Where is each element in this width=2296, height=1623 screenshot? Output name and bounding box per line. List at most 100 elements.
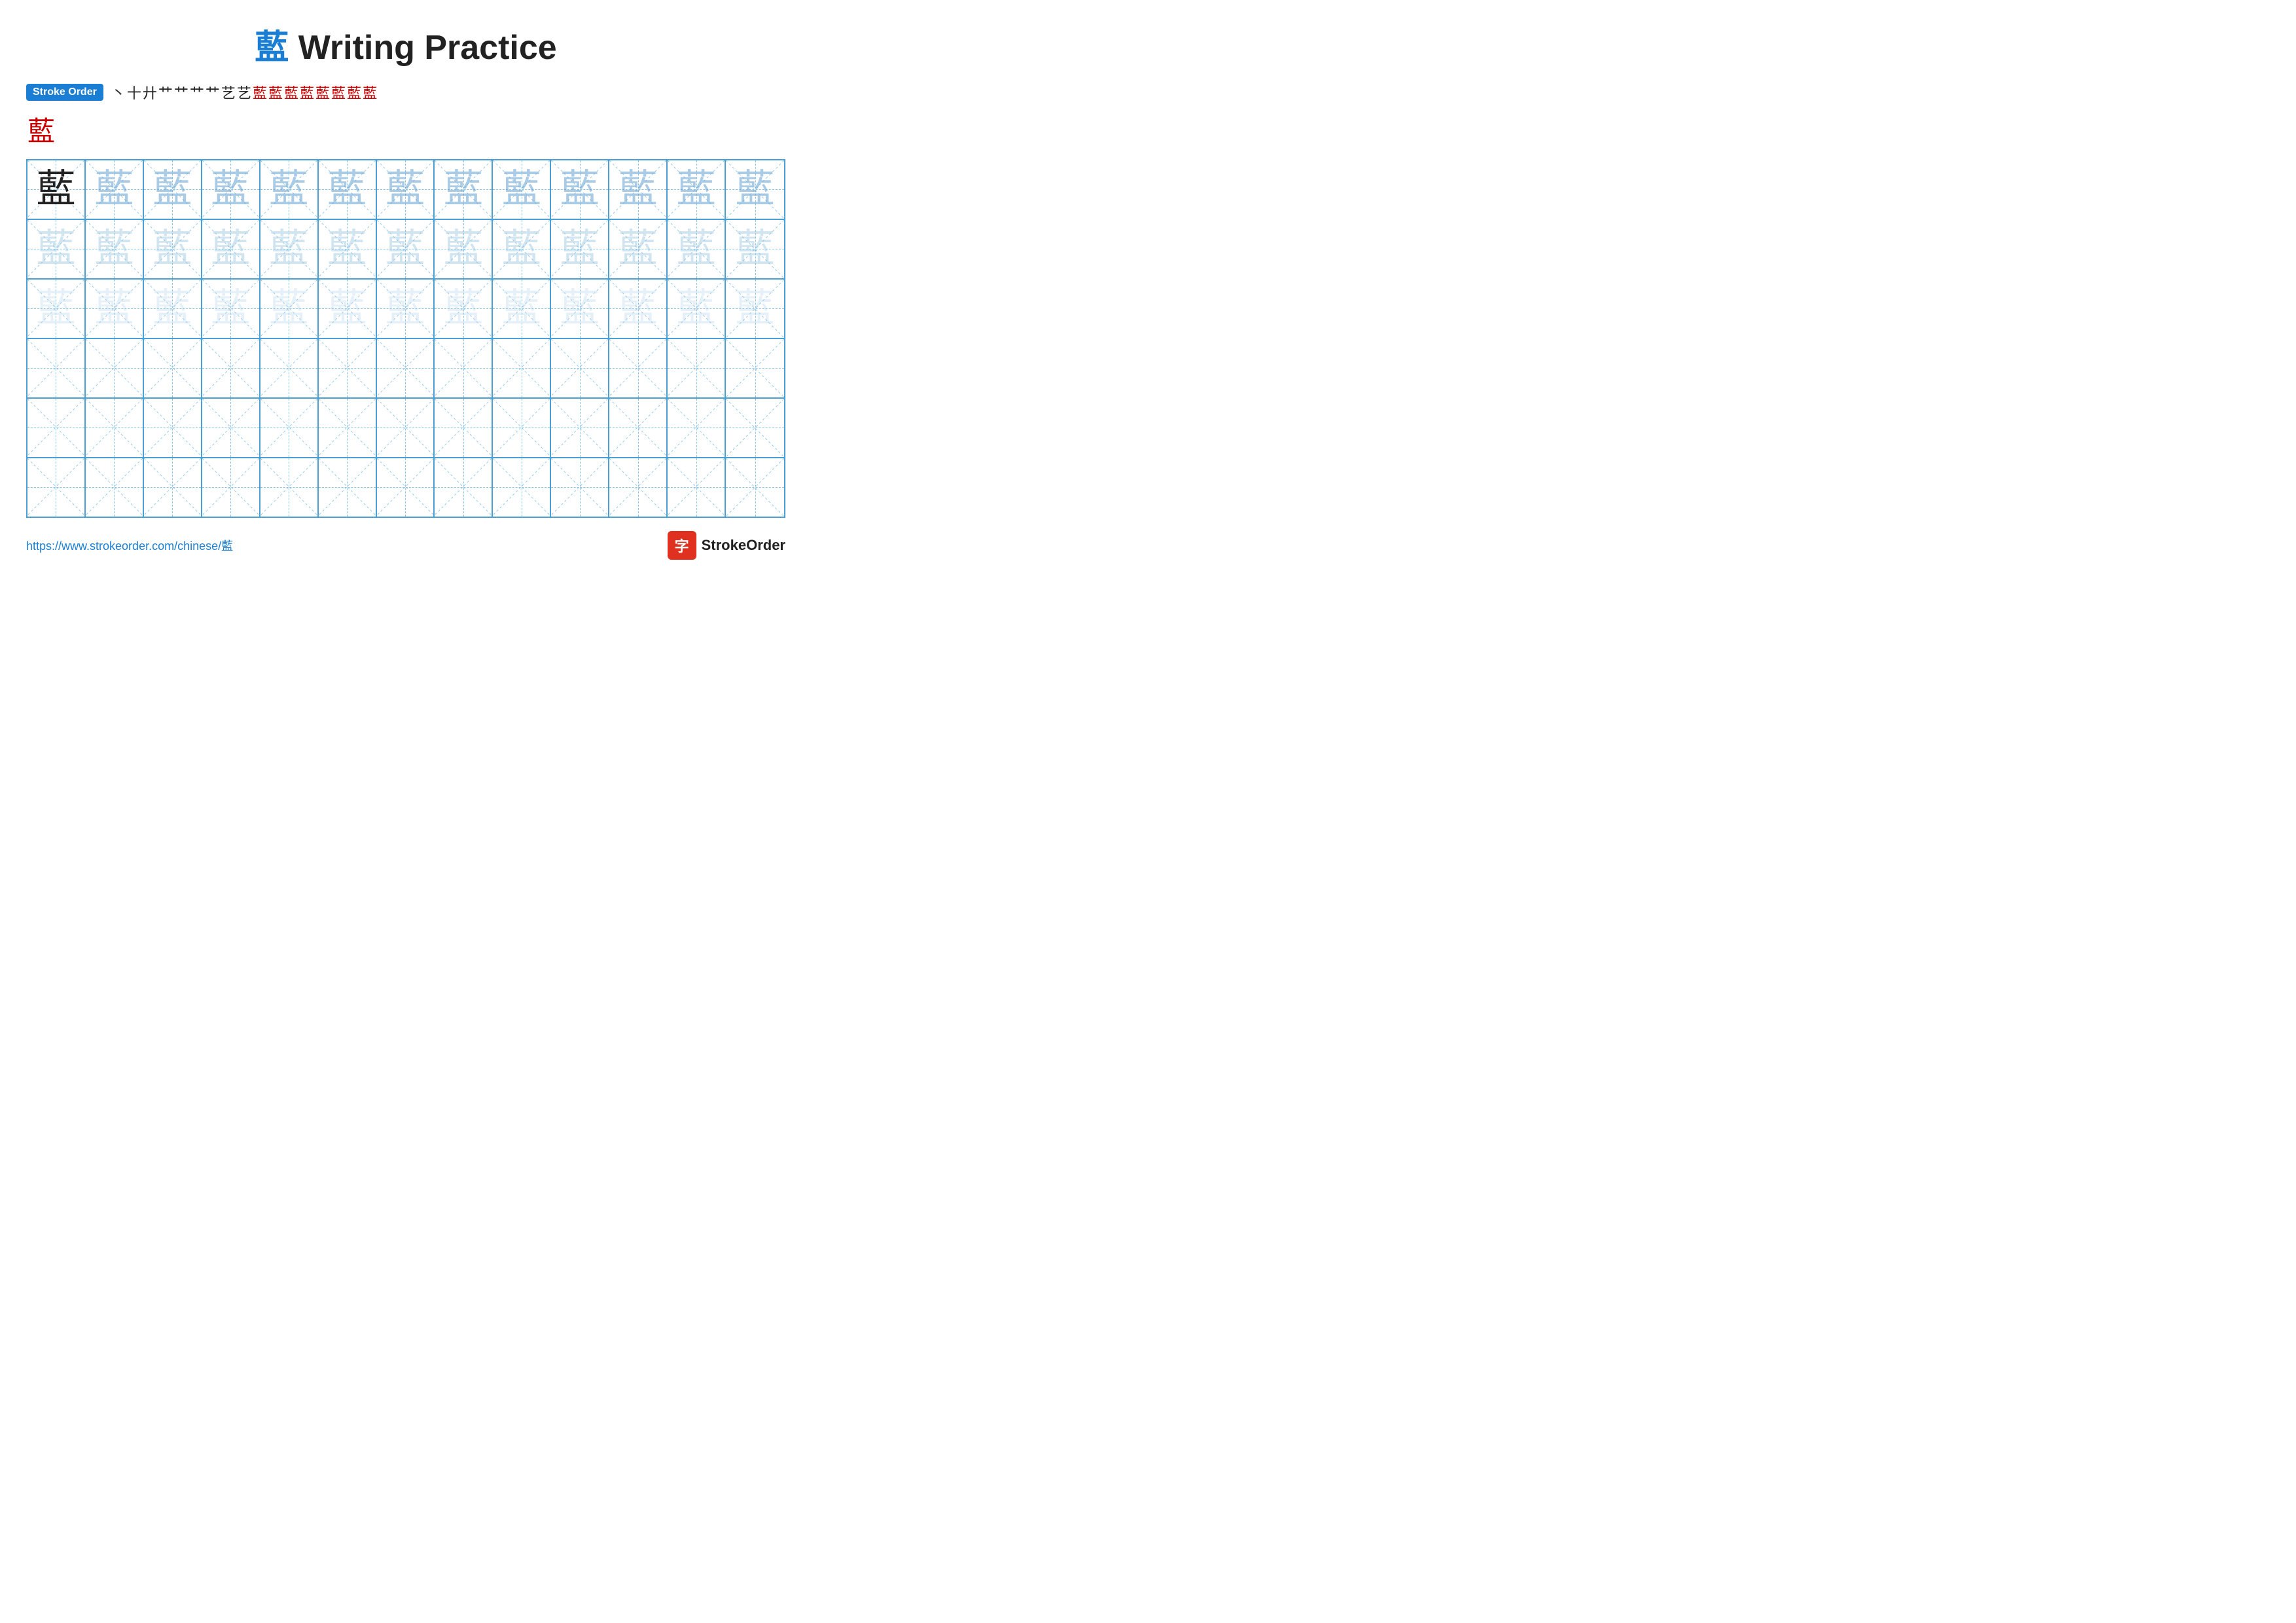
grid-cell-6-3[interactable] — [144, 458, 202, 517]
grid-cell-5-8[interactable] — [435, 399, 493, 457]
grid-cell-5-9[interactable] — [493, 399, 551, 457]
grid-cell-5-2[interactable] — [86, 399, 144, 457]
grid-cell-6-7[interactable] — [377, 458, 435, 517]
grid-cell-4-11[interactable] — [609, 339, 668, 397]
grid-cell-5-5[interactable] — [260, 399, 319, 457]
char-3-6: 藍 — [327, 289, 367, 328]
grid-cell-1-11[interactable]: 藍 — [609, 160, 668, 219]
grid-cell-5-10[interactable] — [551, 399, 609, 457]
grid-cell-1-8[interactable]: 藍 — [435, 160, 493, 219]
grid-cell-2-6[interactable]: 藍 — [319, 220, 377, 278]
grid-cell-6-13[interactable] — [726, 458, 784, 517]
grid-cell-1-7[interactable]: 藍 — [377, 160, 435, 219]
grid-cell-2-11[interactable]: 藍 — [609, 220, 668, 278]
grid-cell-3-7[interactable]: 藍 — [377, 280, 435, 338]
grid-cell-1-13[interactable]: 藍 — [726, 160, 784, 219]
stroke-11: 藍 — [268, 82, 283, 103]
grid-cell-3-5[interactable]: 藍 — [260, 280, 319, 338]
grid-cell-1-3[interactable]: 藍 — [144, 160, 202, 219]
grid-cell-4-8[interactable] — [435, 339, 493, 397]
grid-cell-1-10[interactable]: 藍 — [551, 160, 609, 219]
grid-cell-1-9[interactable]: 藍 — [493, 160, 551, 219]
grid-cell-1-6[interactable]: 藍 — [319, 160, 377, 219]
grid-cell-5-11[interactable] — [609, 399, 668, 457]
grid-cell-1-1[interactable]: 藍 — [27, 160, 86, 219]
stroke-13: 藍 — [300, 82, 314, 103]
grid-cell-5-13[interactable] — [726, 399, 784, 457]
char-2-7: 藍 — [386, 229, 425, 268]
grid-cell-2-7[interactable]: 藍 — [377, 220, 435, 278]
grid-cell-5-6[interactable] — [319, 399, 377, 457]
grid-cell-3-3[interactable]: 藍 — [144, 280, 202, 338]
char-3-9: 藍 — [502, 289, 541, 328]
grid-cell-2-1[interactable]: 藍 — [27, 220, 86, 278]
footer-link[interactable]: https://www.strokeorder.com/chinese/藍 — [26, 537, 233, 554]
char-3-7: 藍 — [386, 289, 425, 328]
grid-cell-2-2[interactable]: 藍 — [86, 220, 144, 278]
grid-cell-3-9[interactable]: 藍 — [493, 280, 551, 338]
grid-cell-4-6[interactable] — [319, 339, 377, 397]
char-1-9: 藍 — [502, 170, 541, 209]
grid-cell-4-10[interactable] — [551, 339, 609, 397]
stroke-14: 藍 — [315, 82, 330, 103]
grid-cell-6-11[interactable] — [609, 458, 668, 517]
grid-cell-4-5[interactable] — [260, 339, 319, 397]
grid-cell-2-9[interactable]: 藍 — [493, 220, 551, 278]
grid-cell-2-10[interactable]: 藍 — [551, 220, 609, 278]
grid-cell-5-7[interactable] — [377, 399, 435, 457]
char-2-1: 藍 — [36, 229, 75, 268]
grid-cell-6-8[interactable] — [435, 458, 493, 517]
grid-cell-5-12[interactable] — [668, 399, 726, 457]
grid-cell-1-5[interactable]: 藍 — [260, 160, 319, 219]
grid-cell-1-12[interactable]: 藍 — [668, 160, 726, 219]
footer: https://www.strokeorder.com/chinese/藍 字 … — [26, 531, 785, 560]
char-2-4: 藍 — [211, 229, 250, 268]
grid-cell-2-8[interactable]: 藍 — [435, 220, 493, 278]
grid-cell-5-1[interactable] — [27, 399, 86, 457]
stroke-8: 艺 — [221, 82, 236, 103]
grid-cell-2-5[interactable]: 藍 — [260, 220, 319, 278]
stroke-1: 丶 — [111, 82, 126, 103]
grid-cell-6-12[interactable] — [668, 458, 726, 517]
char-1-12: 藍 — [677, 170, 716, 209]
grid-cell-6-2[interactable] — [86, 458, 144, 517]
stroke-7: 艹 — [206, 82, 220, 103]
grid-cell-5-4[interactable] — [202, 399, 260, 457]
grid-cell-3-2[interactable]: 藍 — [86, 280, 144, 338]
grid-cell-3-8[interactable]: 藍 — [435, 280, 493, 338]
grid-cell-3-13[interactable]: 藍 — [726, 280, 784, 338]
grid-cell-3-12[interactable]: 藍 — [668, 280, 726, 338]
grid-cell-4-13[interactable] — [726, 339, 784, 397]
grid-cell-6-4[interactable] — [202, 458, 260, 517]
grid-cell-6-6[interactable] — [319, 458, 377, 517]
grid-cell-4-3[interactable] — [144, 339, 202, 397]
page-title: 藍 Writing Practice — [26, 20, 785, 69]
grid-cell-4-9[interactable] — [493, 339, 551, 397]
grid-cell-2-13[interactable]: 藍 — [726, 220, 784, 278]
grid-cell-1-2[interactable]: 藍 — [86, 160, 144, 219]
stroke-12: 藍 — [284, 82, 298, 103]
grid-cell-4-12[interactable] — [668, 339, 726, 397]
grid-cell-4-2[interactable] — [86, 339, 144, 397]
grid-cell-3-4[interactable]: 藍 — [202, 280, 260, 338]
grid-cell-3-6[interactable]: 藍 — [319, 280, 377, 338]
grid-row-4 — [27, 339, 784, 399]
grid-cell-4-4[interactable] — [202, 339, 260, 397]
grid-cell-2-4[interactable]: 藍 — [202, 220, 260, 278]
grid-cell-3-11[interactable]: 藍 — [609, 280, 668, 338]
grid-cell-3-10[interactable]: 藍 — [551, 280, 609, 338]
char-3-11: 藍 — [619, 289, 658, 328]
grid-cell-1-4[interactable]: 藍 — [202, 160, 260, 219]
grid-cell-2-3[interactable]: 藍 — [144, 220, 202, 278]
grid-cell-5-3[interactable] — [144, 399, 202, 457]
grid-cell-6-5[interactable] — [260, 458, 319, 517]
char-3-2: 藍 — [94, 289, 134, 328]
grid-cell-2-12[interactable]: 藍 — [668, 220, 726, 278]
char-3-12: 藍 — [677, 289, 716, 328]
grid-cell-6-10[interactable] — [551, 458, 609, 517]
grid-cell-6-9[interactable] — [493, 458, 551, 517]
grid-cell-3-1[interactable]: 藍 — [27, 280, 86, 338]
grid-cell-4-1[interactable] — [27, 339, 86, 397]
grid-cell-4-7[interactable] — [377, 339, 435, 397]
grid-cell-6-1[interactable] — [27, 458, 86, 517]
